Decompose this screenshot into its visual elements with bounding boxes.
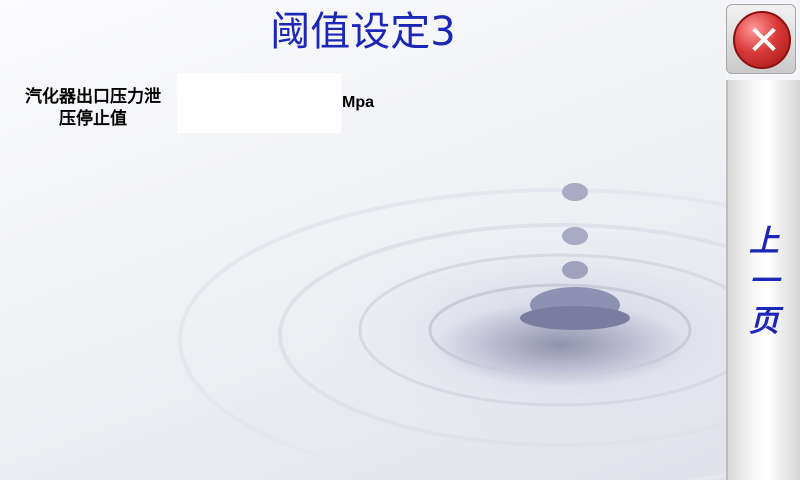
parameter-label: 汽化器出口压力泄 压停止值 — [8, 86, 178, 130]
prev-page-char-2: 一 — [749, 264, 779, 299]
parameter-label-line1: 汽化器出口压力泄 — [25, 87, 161, 107]
prev-page-char-1: 上 — [749, 224, 779, 259]
close-icon[interactable]: ✕ — [733, 11, 791, 69]
parameter-label-line2: 压停止值 — [59, 109, 127, 129]
water-ripple-graphic — [178, 183, 726, 480]
page-title: 阈值设定3 — [270, 9, 456, 55]
prev-page-char-3: 页 — [749, 304, 779, 339]
pressure-relief-stop-value-input[interactable] — [177, 73, 341, 133]
close-button[interactable]: ✕ — [726, 4, 796, 74]
prev-page-button[interactable]: 上 一 页 — [738, 222, 790, 342]
unit-label: Mpa — [342, 94, 374, 111]
